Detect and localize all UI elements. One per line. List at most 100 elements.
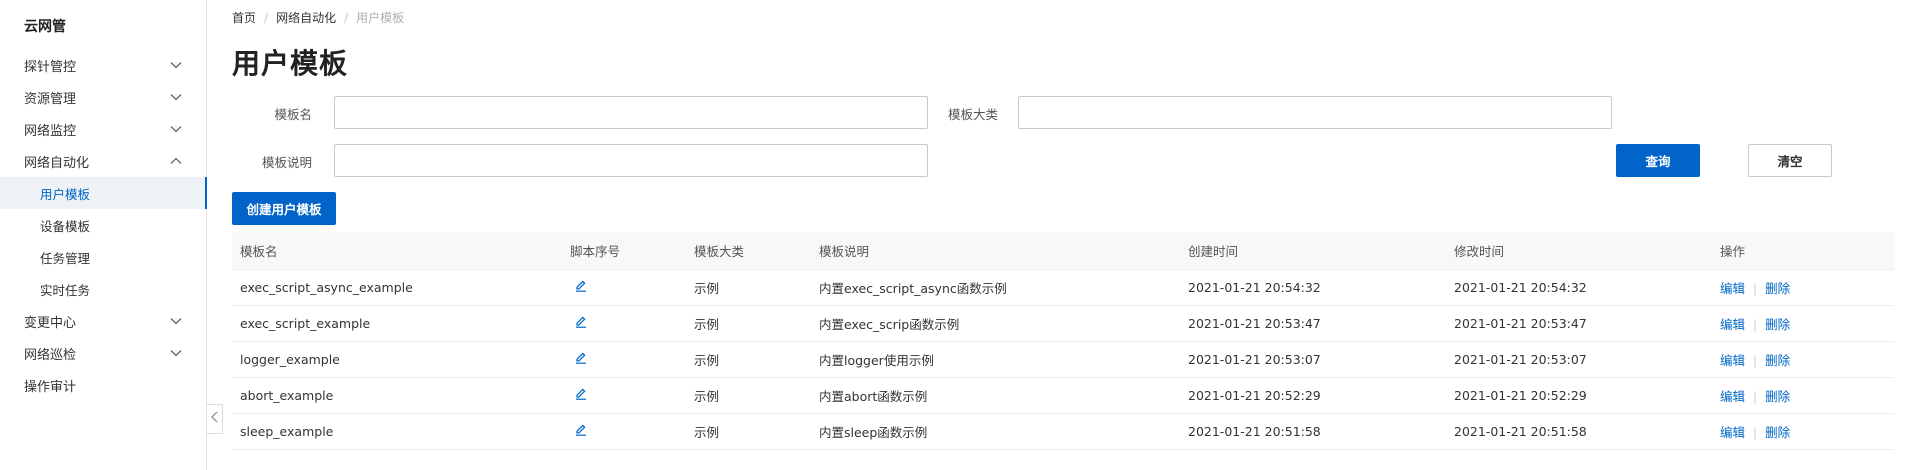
edit-link[interactable]: 编辑	[1720, 281, 1745, 296]
delete-link[interactable]: 删除	[1765, 317, 1790, 332]
cell-category: 示例	[694, 389, 720, 404]
action-separator: |	[1753, 354, 1758, 368]
sidebar-nav: 探针管控 资源管理 网络监控 网络自动化 用户模板 设备模板 任务管理 实时任务…	[0, 49, 207, 401]
column-header-script-no: 脚本序号	[570, 244, 621, 259]
cell-created: 2021-01-21 20:53:07	[1188, 352, 1321, 367]
chevron-down-icon	[169, 346, 183, 360]
table-row: exec_script_example 示例 内置exec_scrip函数示例 …	[232, 306, 1894, 342]
clear-button[interactable]: 清空	[1748, 144, 1832, 177]
action-separator: |	[1753, 426, 1758, 440]
cell-name: exec_script_example	[240, 316, 371, 331]
cell-modified: 2021-01-21 20:53:07	[1454, 352, 1587, 367]
pencil-icon[interactable]	[574, 279, 588, 293]
pencil-icon[interactable]	[574, 387, 588, 401]
column-header-actions: 操作	[1720, 244, 1746, 259]
chevron-left-icon	[211, 411, 218, 427]
chevron-down-icon	[169, 90, 183, 104]
cell-modified: 2021-01-21 20:54:32	[1454, 280, 1587, 295]
brand-title: 云网管	[24, 19, 66, 35]
cell-actions: 编辑 | 删除	[1712, 386, 1894, 405]
cell-actions: 编辑 | 删除	[1712, 350, 1894, 369]
cell-script	[562, 351, 686, 368]
table-row: exec_script_async_example 示例 内置exec_scri…	[232, 270, 1894, 306]
sidebar-item-change-center[interactable]: 变更中心	[0, 305, 207, 337]
page-title: 用户模板	[232, 47, 349, 80]
chevron-down-icon	[169, 122, 183, 136]
sidebar-item-label: 资源管理	[24, 91, 77, 107]
template-category-label: 模板大类	[947, 107, 998, 122]
sidebar-item-label: 网络自动化	[24, 155, 90, 171]
delete-link[interactable]: 删除	[1765, 425, 1790, 440]
cell-actions: 编辑 | 删除	[1712, 278, 1894, 297]
sidebar-item-resource-management[interactable]: 资源管理	[0, 81, 207, 113]
cell-name: sleep_example	[240, 424, 334, 439]
template-name-label: 模板名	[274, 107, 312, 122]
edit-link[interactable]: 编辑	[1720, 425, 1745, 440]
templates-table: 模板名 脚本序号 模板大类 模板说明 创建时间 修改时间 操作 exec_scr…	[232, 232, 1894, 450]
cell-created: 2021-01-21 20:51:58	[1188, 424, 1321, 439]
cell-created: 2021-01-21 20:54:32	[1188, 280, 1321, 295]
pencil-icon[interactable]	[574, 423, 588, 437]
pencil-icon[interactable]	[574, 351, 588, 365]
cell-description: 内置sleep函数示例	[819, 425, 928, 440]
edit-link[interactable]: 编辑	[1720, 317, 1745, 332]
breadcrumb-separator: /	[344, 10, 349, 25]
sidebar-collapse-toggle[interactable]	[207, 404, 223, 434]
edit-link[interactable]: 编辑	[1720, 389, 1745, 404]
column-header-category: 模板大类	[694, 244, 745, 259]
sidebar-item-network-monitoring[interactable]: 网络监控	[0, 113, 207, 145]
cell-script	[562, 423, 686, 440]
template-desc-input[interactable]	[334, 144, 928, 177]
cell-actions: 编辑 | 删除	[1712, 422, 1894, 441]
cell-created: 2021-01-21 20:52:29	[1188, 388, 1321, 403]
cell-description: 内置exec_scrip函数示例	[819, 317, 960, 332]
sidebar-subitem-realtime-tasks[interactable]: 实时任务	[0, 273, 207, 305]
query-button[interactable]: 查询	[1616, 144, 1700, 177]
sidebar-subitem-device-templates[interactable]: 设备模板	[0, 209, 207, 241]
breadcrumb-current: 用户模板	[356, 11, 405, 25]
chevron-down-icon	[169, 314, 183, 328]
sidebar-item-network-automation[interactable]: 网络自动化	[0, 145, 207, 177]
breadcrumb-separator: /	[264, 10, 269, 25]
sidebar-subitem-user-templates[interactable]: 用户模板	[0, 177, 207, 209]
sidebar: 云网管 探针管控 资源管理 网络监控 网络自动化 用户模板 设备模板 任务管理 …	[0, 0, 207, 470]
breadcrumb: 首页 / 网络自动化 / 用户模板	[232, 9, 404, 26]
delete-link[interactable]: 删除	[1765, 281, 1790, 296]
cell-name: abort_example	[240, 388, 334, 403]
template-category-input[interactable]	[1018, 96, 1612, 129]
table-row: sleep_example 示例 内置sleep函数示例 2021-01-21 …	[232, 414, 1894, 450]
edit-link[interactable]: 编辑	[1720, 353, 1745, 368]
cell-modified: 2021-01-21 20:53:47	[1454, 316, 1587, 331]
sidebar-subitem-task-management[interactable]: 任务管理	[0, 241, 207, 273]
chevron-up-icon	[169, 154, 183, 168]
action-separator: |	[1753, 318, 1758, 332]
sidebar-item-label: 网络巡检	[24, 347, 77, 363]
chevron-down-icon	[169, 58, 183, 72]
cell-modified: 2021-01-21 20:52:29	[1454, 388, 1587, 403]
column-header-modified: 修改时间	[1454, 244, 1505, 259]
sidebar-item-operation-audit[interactable]: 操作审计	[0, 369, 207, 401]
sidebar-item-label: 探针管控	[24, 59, 77, 75]
column-header-description: 模板说明	[819, 244, 870, 259]
cell-name: exec_script_async_example	[240, 280, 413, 295]
sidebar-item-label: 变更中心	[24, 315, 77, 331]
cell-script	[562, 279, 686, 296]
breadcrumb-section[interactable]: 网络自动化	[276, 9, 336, 26]
cell-name: logger_example	[240, 352, 340, 367]
sidebar-item-network-inspection[interactable]: 网络巡检	[0, 337, 207, 369]
action-separator: |	[1753, 282, 1758, 296]
delete-link[interactable]: 删除	[1765, 389, 1790, 404]
template-desc-label: 模板说明	[261, 155, 312, 170]
delete-link[interactable]: 删除	[1765, 353, 1790, 368]
cell-category: 示例	[694, 353, 720, 368]
column-header-created: 创建时间	[1188, 244, 1239, 259]
sidebar-item-label: 网络监控	[24, 123, 77, 139]
breadcrumb-home[interactable]: 首页	[232, 9, 256, 26]
sidebar-item-probe-control[interactable]: 探针管控	[0, 49, 207, 81]
create-user-template-button[interactable]: 创建用户模板	[232, 192, 336, 225]
table-row: logger_example 示例 内置logger使用示例 2021-01-2…	[232, 342, 1894, 378]
pencil-icon[interactable]	[574, 315, 588, 329]
table-header: 模板名 脚本序号 模板大类 模板说明 创建时间 修改时间 操作	[232, 232, 1894, 270]
template-name-input[interactable]	[334, 96, 928, 129]
action-separator: |	[1753, 390, 1758, 404]
